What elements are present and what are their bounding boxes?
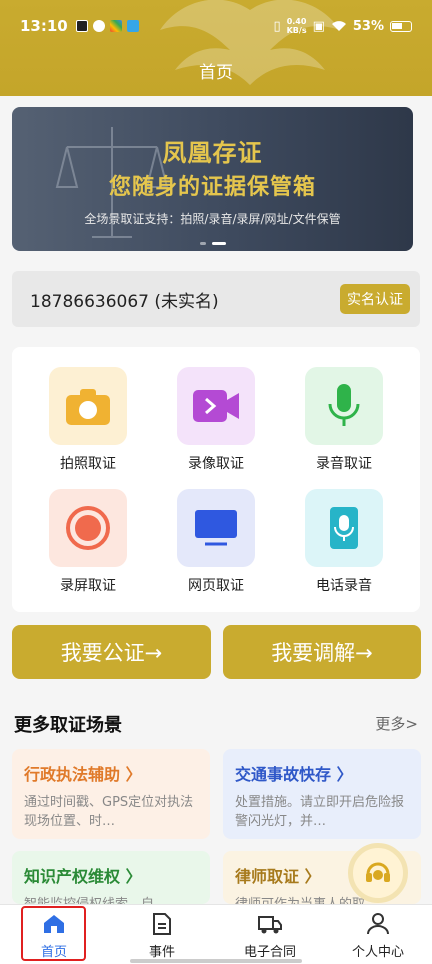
scenario-card-enforcement[interactable]: 行政执法辅助 〉 通过时间戳、GPS定位对执法现场位置、时… bbox=[12, 749, 210, 839]
evidence-tools-grid: 拍照取证 录像取证 录音取证 录屏取证 网页取证 电话录音 bbox=[12, 347, 420, 612]
app-notify-icon-2 bbox=[126, 20, 139, 32]
card-description: 智能监控侵权线索，自 bbox=[24, 895, 198, 904]
gesture-bar[interactable] bbox=[130, 959, 302, 963]
tool-label: 录音取证 bbox=[316, 456, 372, 472]
network-speed: 0.40 KB/s bbox=[286, 17, 307, 35]
monitor-icon bbox=[177, 489, 255, 567]
tool-screen-record[interactable]: 录屏取证 bbox=[40, 489, 136, 595]
app-notify-icon bbox=[92, 20, 105, 32]
more-link[interactable]: 更多> bbox=[375, 713, 418, 734]
tab-label: 个人中心 bbox=[351, 945, 404, 960]
tool-video[interactable]: 录像取证 bbox=[168, 367, 264, 473]
card-description: 通过时间戳、GPS定位对执法现场位置、时… bbox=[24, 795, 194, 829]
chrome-icon bbox=[109, 20, 122, 32]
status-bar: 13:10 ▯ 0.40 KB/s ▣ 53% bbox=[0, 0, 432, 52]
customer-service-button[interactable] bbox=[348, 843, 408, 903]
tool-phone-record[interactable]: 电话录音 bbox=[296, 489, 392, 595]
verify-identity-button[interactable]: 实名认证 bbox=[340, 284, 410, 314]
tool-photo[interactable]: 拍照取证 bbox=[40, 367, 136, 473]
battery-icon bbox=[390, 20, 412, 32]
account-card: 18786636067 (未实名) 实名认证 bbox=[12, 271, 420, 327]
tool-label: 录屏取证 bbox=[60, 578, 116, 594]
mediate-button[interactable]: 我要调解→ bbox=[223, 625, 421, 679]
document-icon bbox=[153, 913, 171, 935]
tool-web[interactable]: 网页取证 bbox=[168, 489, 264, 595]
banner-dot bbox=[199, 242, 206, 245]
scenario-card-traffic[interactable]: 交通事故快存 〉 处置措施。请立即开启危险报警闪光灯，并… bbox=[223, 749, 421, 839]
card-title: 行政执法辅助 〉 bbox=[24, 765, 142, 784]
account-phone: 18786636067 (未实名) bbox=[30, 291, 219, 312]
tool-audio[interactable]: 录音取证 bbox=[296, 367, 392, 473]
card-title: 交通事故快存 〉 bbox=[235, 765, 353, 784]
tab-label: 事件 bbox=[148, 945, 175, 960]
wifi-icon bbox=[331, 21, 346, 31]
tab-label: 电子合同 bbox=[243, 945, 296, 960]
status-time: 13:10 bbox=[20, 17, 68, 35]
headset-icon bbox=[366, 862, 390, 882]
video-icon bbox=[177, 367, 255, 445]
notarize-button[interactable]: 我要公证→ bbox=[12, 625, 211, 679]
promo-banner[interactable]: 凤凰存证 您随身的证据保管箱 全场景取证支持：拍照/录音/录屏/网址/文件保管 bbox=[12, 107, 413, 251]
vibrate-icon: ▯ bbox=[273, 18, 281, 34]
tab-contract[interactable]: 电子合同 bbox=[222, 905, 318, 961]
banner-pagination bbox=[12, 242, 413, 245]
banner-description: 全场景取证支持：拍照/录音/录屏/网址/文件保管 bbox=[84, 212, 341, 226]
app-header: 13:10 ▯ 0.40 KB/s ▣ 53% 首页 bbox=[0, 0, 432, 96]
banner-title: 凤凰存证 bbox=[162, 139, 263, 167]
card-title: 知识产权维权 〉 bbox=[24, 867, 142, 886]
tool-label: 录像取证 bbox=[188, 456, 244, 472]
battery-percent: 53% bbox=[352, 18, 384, 34]
tab-events[interactable]: 事件 bbox=[114, 905, 210, 961]
home-tab-highlight bbox=[21, 906, 86, 961]
banner-dot-active bbox=[211, 242, 226, 245]
sim-icon: ▣ bbox=[312, 18, 325, 34]
phone-record-icon bbox=[305, 489, 383, 567]
scenario-card-ip[interactable]: 知识产权维权 〉 智能监控侵权线索，自 bbox=[12, 851, 210, 904]
tool-label: 电话录音 bbox=[316, 578, 372, 594]
record-icon bbox=[49, 489, 127, 567]
section-title: 更多取证场景 bbox=[14, 715, 122, 736]
person-icon bbox=[367, 913, 389, 935]
camera-icon bbox=[49, 367, 127, 445]
card-description: 处置措施。请立即开启危险报警闪光灯，并… bbox=[235, 795, 405, 829]
play-store-icon bbox=[75, 20, 88, 32]
page-title: 首页 bbox=[199, 63, 233, 83]
tab-profile[interactable]: 个人中心 bbox=[330, 905, 426, 961]
tool-label: 拍照取证 bbox=[60, 456, 116, 472]
microphone-icon bbox=[305, 367, 383, 445]
truck-icon bbox=[258, 916, 282, 934]
tool-label: 网页取证 bbox=[188, 578, 244, 594]
banner-subtitle: 您随身的证据保管箱 bbox=[108, 175, 316, 200]
